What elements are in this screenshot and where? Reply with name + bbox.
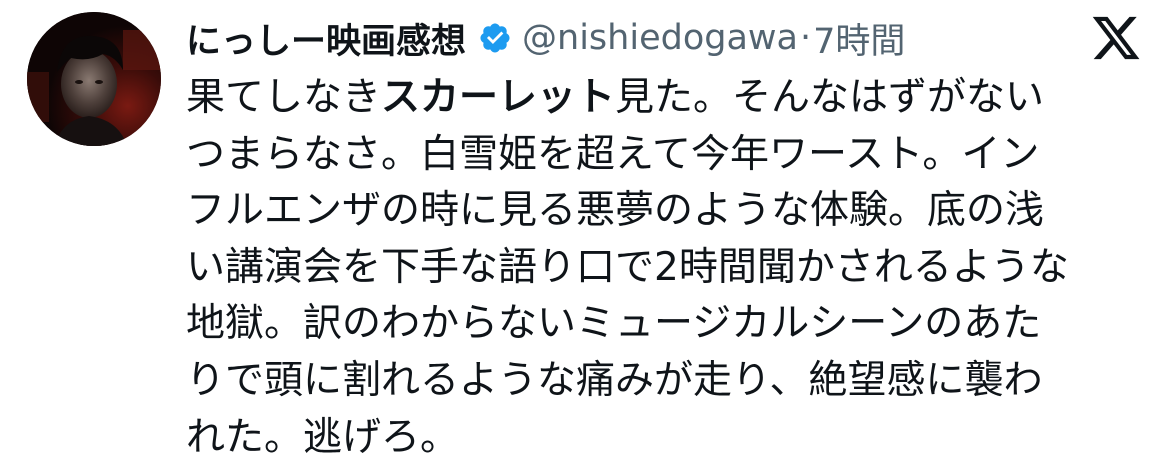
tweet-line: い講演会を下手な語り口で2時間聞かされるような bbox=[186, 244, 1069, 290]
tweet-line: フルエンザの時に見る悪夢のような体験。底の浅 bbox=[186, 188, 1045, 234]
tweet-header: にっしー映画感想 @nishiedogawa · 7時間 bbox=[186, 12, 905, 64]
verified-badge-icon bbox=[480, 23, 510, 53]
tweet-line: れた。逃げろ。 bbox=[186, 414, 460, 460]
user-handle[interactable]: @nishiedogawa bbox=[522, 18, 798, 58]
x-logo-icon[interactable] bbox=[1090, 12, 1142, 64]
tweet-line: つまらなさ。白雪姫を超えて今年ワースト。イン bbox=[186, 131, 1040, 177]
separator-dot: · bbox=[799, 18, 812, 58]
tweet-timestamp[interactable]: 7時間 bbox=[813, 13, 905, 64]
avatar-image bbox=[27, 12, 161, 146]
tweet-line: りで頭に割れるような痛みが走り、絶望感に襲わ bbox=[186, 357, 1043, 403]
display-name[interactable]: にっしー映画感想 bbox=[186, 13, 466, 64]
tweet-line: 果てしなきスカーレット見た。そんなはずがない bbox=[186, 75, 1045, 120]
tweet-body: 果てしなきスカーレット見た。そんなはずがない つまらなさ。白雪姫を超えて今年ワー… bbox=[186, 70, 1146, 466]
user-avatar[interactable] bbox=[27, 12, 161, 146]
tweet-line: 地獄。訳のわからないミュージカルシーンのあた bbox=[186, 301, 1042, 347]
bold-title: スカーレット bbox=[381, 75, 616, 120]
